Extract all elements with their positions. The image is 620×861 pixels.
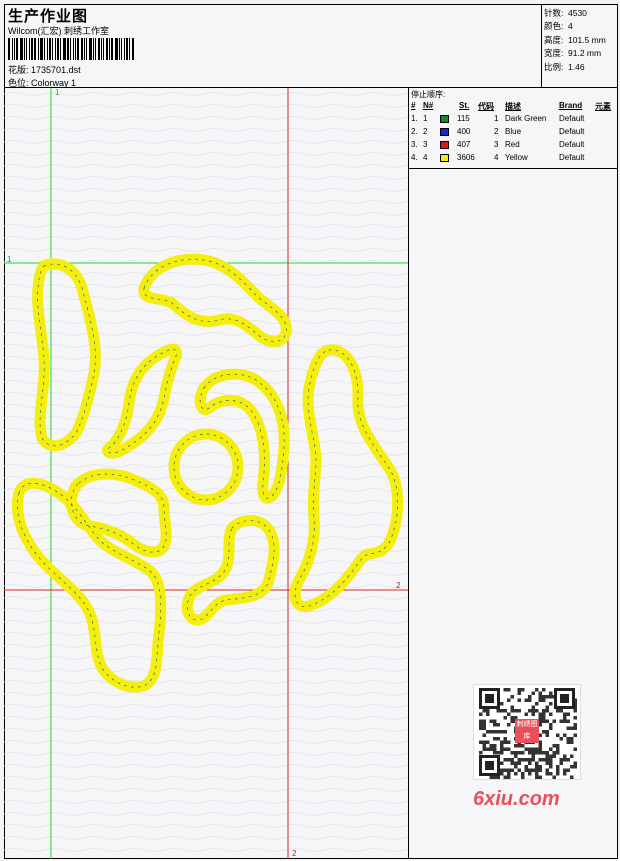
stop-sequence-panel: 停止顺序: # N# St. 代码 描述 Brand 元素 1. 1 115 1 Dar…: [408, 88, 618, 169]
stop-row-number: 1.: [411, 114, 418, 123]
col-needle: N#: [423, 101, 434, 110]
colorway-value: Colorway 1: [31, 78, 77, 88]
stop-row-description: Blue: [505, 127, 522, 136]
stop-row-needle: 1: [423, 114, 428, 123]
stat-height: 高度: 101.5 mm: [544, 34, 606, 45]
stop-row-description: Yellow: [505, 153, 528, 162]
guide-label-red-bottom: 2: [292, 849, 297, 858]
stats-panel: 针数: 4530 颜色: 4 高度: 101.5 mm 宽度: 91.2 mm 比例: 1…: [541, 4, 618, 88]
company-name: Wilcom(汇宏) 刺绣工作室: [8, 26, 109, 36]
stop-row-brand: Default: [559, 153, 585, 162]
stat-width: 宽度: 91.2 mm: [544, 48, 602, 59]
stop-row-stitches: 407: [457, 140, 471, 149]
stop-row-number: 3.: [411, 140, 418, 149]
color-swatch: [440, 128, 449, 136]
stop-row: 2. 2 400 2 Blue Default: [409, 127, 619, 139]
stop-row-needle: 3: [423, 140, 428, 149]
col-brand: Brand: [559, 101, 583, 110]
col-description: 描述: [505, 102, 521, 111]
stop-row-number: 2.: [411, 127, 418, 136]
watermark-logo: 6xiu.com: [473, 788, 560, 810]
guide-label-red-right: 2: [396, 581, 401, 590]
design-file-value: 1735701.dst: [31, 65, 81, 75]
stop-row-number: 4.: [411, 153, 418, 162]
stop-row-stitches: 115: [457, 114, 470, 123]
col-code: 代码: [478, 102, 494, 111]
col-element: 元素: [595, 102, 611, 111]
stop-row-needle: 2: [423, 127, 428, 136]
stop-row: 4. 4 3606 4 Yellow Default: [409, 153, 619, 165]
page-title: 生产作业图: [8, 8, 89, 25]
design-file-line: 花版: 1735701.dst: [8, 63, 81, 76]
right-panel-divider: [408, 169, 409, 859]
color-swatch: [440, 115, 449, 123]
stop-row-code: 1: [494, 114, 499, 123]
header: 生产作业图 Wilcom(汇宏) 刺绣工作室 花版: 1735701.dst 色…: [4, 4, 618, 88]
col-stitches: St.: [459, 101, 470, 110]
stop-row-brand: Default: [559, 140, 585, 149]
stop-row: 1. 1 115 1 Dark Green Default: [409, 114, 619, 126]
stop-row-stitches: 400: [457, 127, 471, 136]
colorway-label: 色位:: [8, 78, 29, 88]
qr-center-badge: 刺绣图库: [515, 719, 539, 743]
stop-row-brand: Default: [559, 114, 585, 123]
guide-label-green-left: 1: [7, 255, 12, 264]
guide-label-green-top: 1: [55, 88, 60, 97]
stop-sequence-title: 停止顺序:: [411, 90, 446, 99]
color-swatch: [440, 154, 449, 162]
stop-row-code: 2: [494, 127, 499, 136]
stop-row-code: 4: [494, 153, 499, 162]
stat-stitches: 针数: 4530: [544, 8, 587, 18]
color-swatch: [440, 141, 449, 149]
design-file-label: 花版:: [8, 65, 29, 75]
stop-row-brand: Default: [559, 127, 585, 136]
col-number: #: [411, 101, 416, 110]
qr-code: 刺绣图库: [473, 684, 581, 780]
stat-scale: 比例: 1.46: [544, 61, 585, 72]
stop-row-code: 3: [494, 140, 499, 149]
stop-row-stitches: 3606: [457, 153, 475, 162]
design-canvas: [4, 88, 408, 859]
stat-colors: 颜色: 4: [544, 21, 573, 32]
canvas-background: [4, 88, 408, 859]
stop-row-description: Red: [505, 140, 520, 149]
stop-row-description: Dark Green: [505, 114, 547, 123]
barcode: [8, 38, 142, 60]
stop-row: 3. 3 407 3 Red Default: [409, 140, 619, 152]
stop-row-needle: 4: [423, 153, 428, 162]
